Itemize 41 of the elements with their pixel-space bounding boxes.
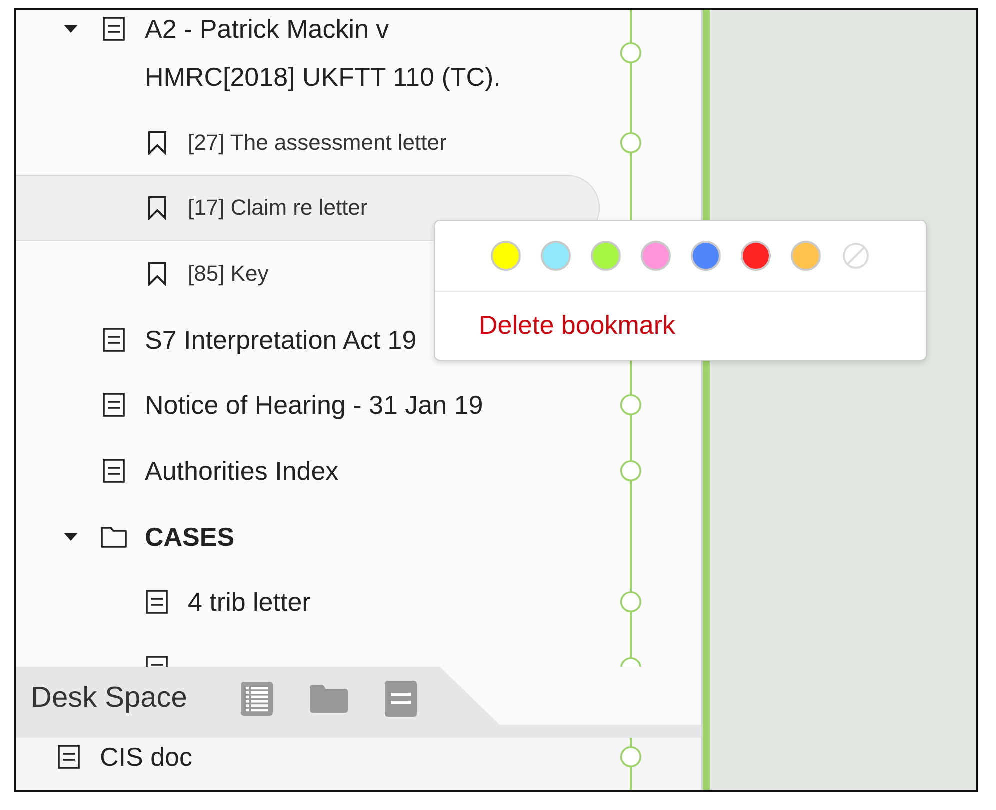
document-icon <box>103 16 125 41</box>
desk-space-title: Desk Space <box>31 683 188 715</box>
bookmark-icon <box>148 196 166 220</box>
tree-item[interactable]: CASES <box>64 504 235 570</box>
tree-item[interactable]: [27] The assessment letter <box>145 110 447 176</box>
color-swatch-icon[interactable] <box>590 241 620 271</box>
tree-item[interactable]: Notice of Hearing - 31 Jan 19 <box>102 372 484 438</box>
timeline-node-icon <box>620 745 642 769</box>
document-icon <box>58 745 80 769</box>
color-swatch-icon[interactable] <box>740 241 770 271</box>
bookmark-icon <box>148 130 166 155</box>
bookmark-icon <box>148 262 166 286</box>
tree-item[interactable]: Authorities Index <box>102 438 339 504</box>
no-color-icon[interactable] <box>842 242 870 270</box>
color-swatch-icon[interactable] <box>540 241 570 271</box>
color-swatch-icon[interactable] <box>790 241 820 271</box>
tree-item[interactable]: S7 Interpretation Act 19 <box>102 306 417 372</box>
color-swatch-icon[interactable] <box>690 241 720 271</box>
timeline-node-icon <box>620 40 642 65</box>
document-icon <box>103 328 125 352</box>
tree-item[interactable]: [85] Key <box>145 241 269 307</box>
timeline-node-icon <box>620 458 642 483</box>
folder-icon[interactable] <box>310 685 348 713</box>
folder-icon <box>101 526 127 548</box>
timeline-node-icon <box>620 590 642 614</box>
tree-item[interactable]: CIS doc <box>57 738 192 776</box>
color-swatch-icon[interactable] <box>490 241 520 271</box>
tree-item[interactable]: 4 trib letter <box>145 570 311 636</box>
document-icon <box>146 590 168 614</box>
tree-item[interactable]: [17] Claim re letter <box>16 175 600 242</box>
timeline-node-icon <box>620 393 642 418</box>
document-icon <box>103 458 125 483</box>
color-swatch-icon[interactable] <box>640 241 670 271</box>
document-icon <box>103 393 125 418</box>
caret-icon[interactable] <box>64 24 78 33</box>
document-icon[interactable] <box>385 681 418 717</box>
timeline-node-icon <box>620 130 642 155</box>
caret-icon[interactable] <box>64 532 78 541</box>
delete-bookmark-item[interactable]: Delete bookmark <box>479 310 676 342</box>
list-icon[interactable] <box>241 682 274 716</box>
tree-item[interactable]: A2 - Patrick Mackin v HMRC[2018] UKFTT 110 (TC). <box>64 10 525 110</box>
